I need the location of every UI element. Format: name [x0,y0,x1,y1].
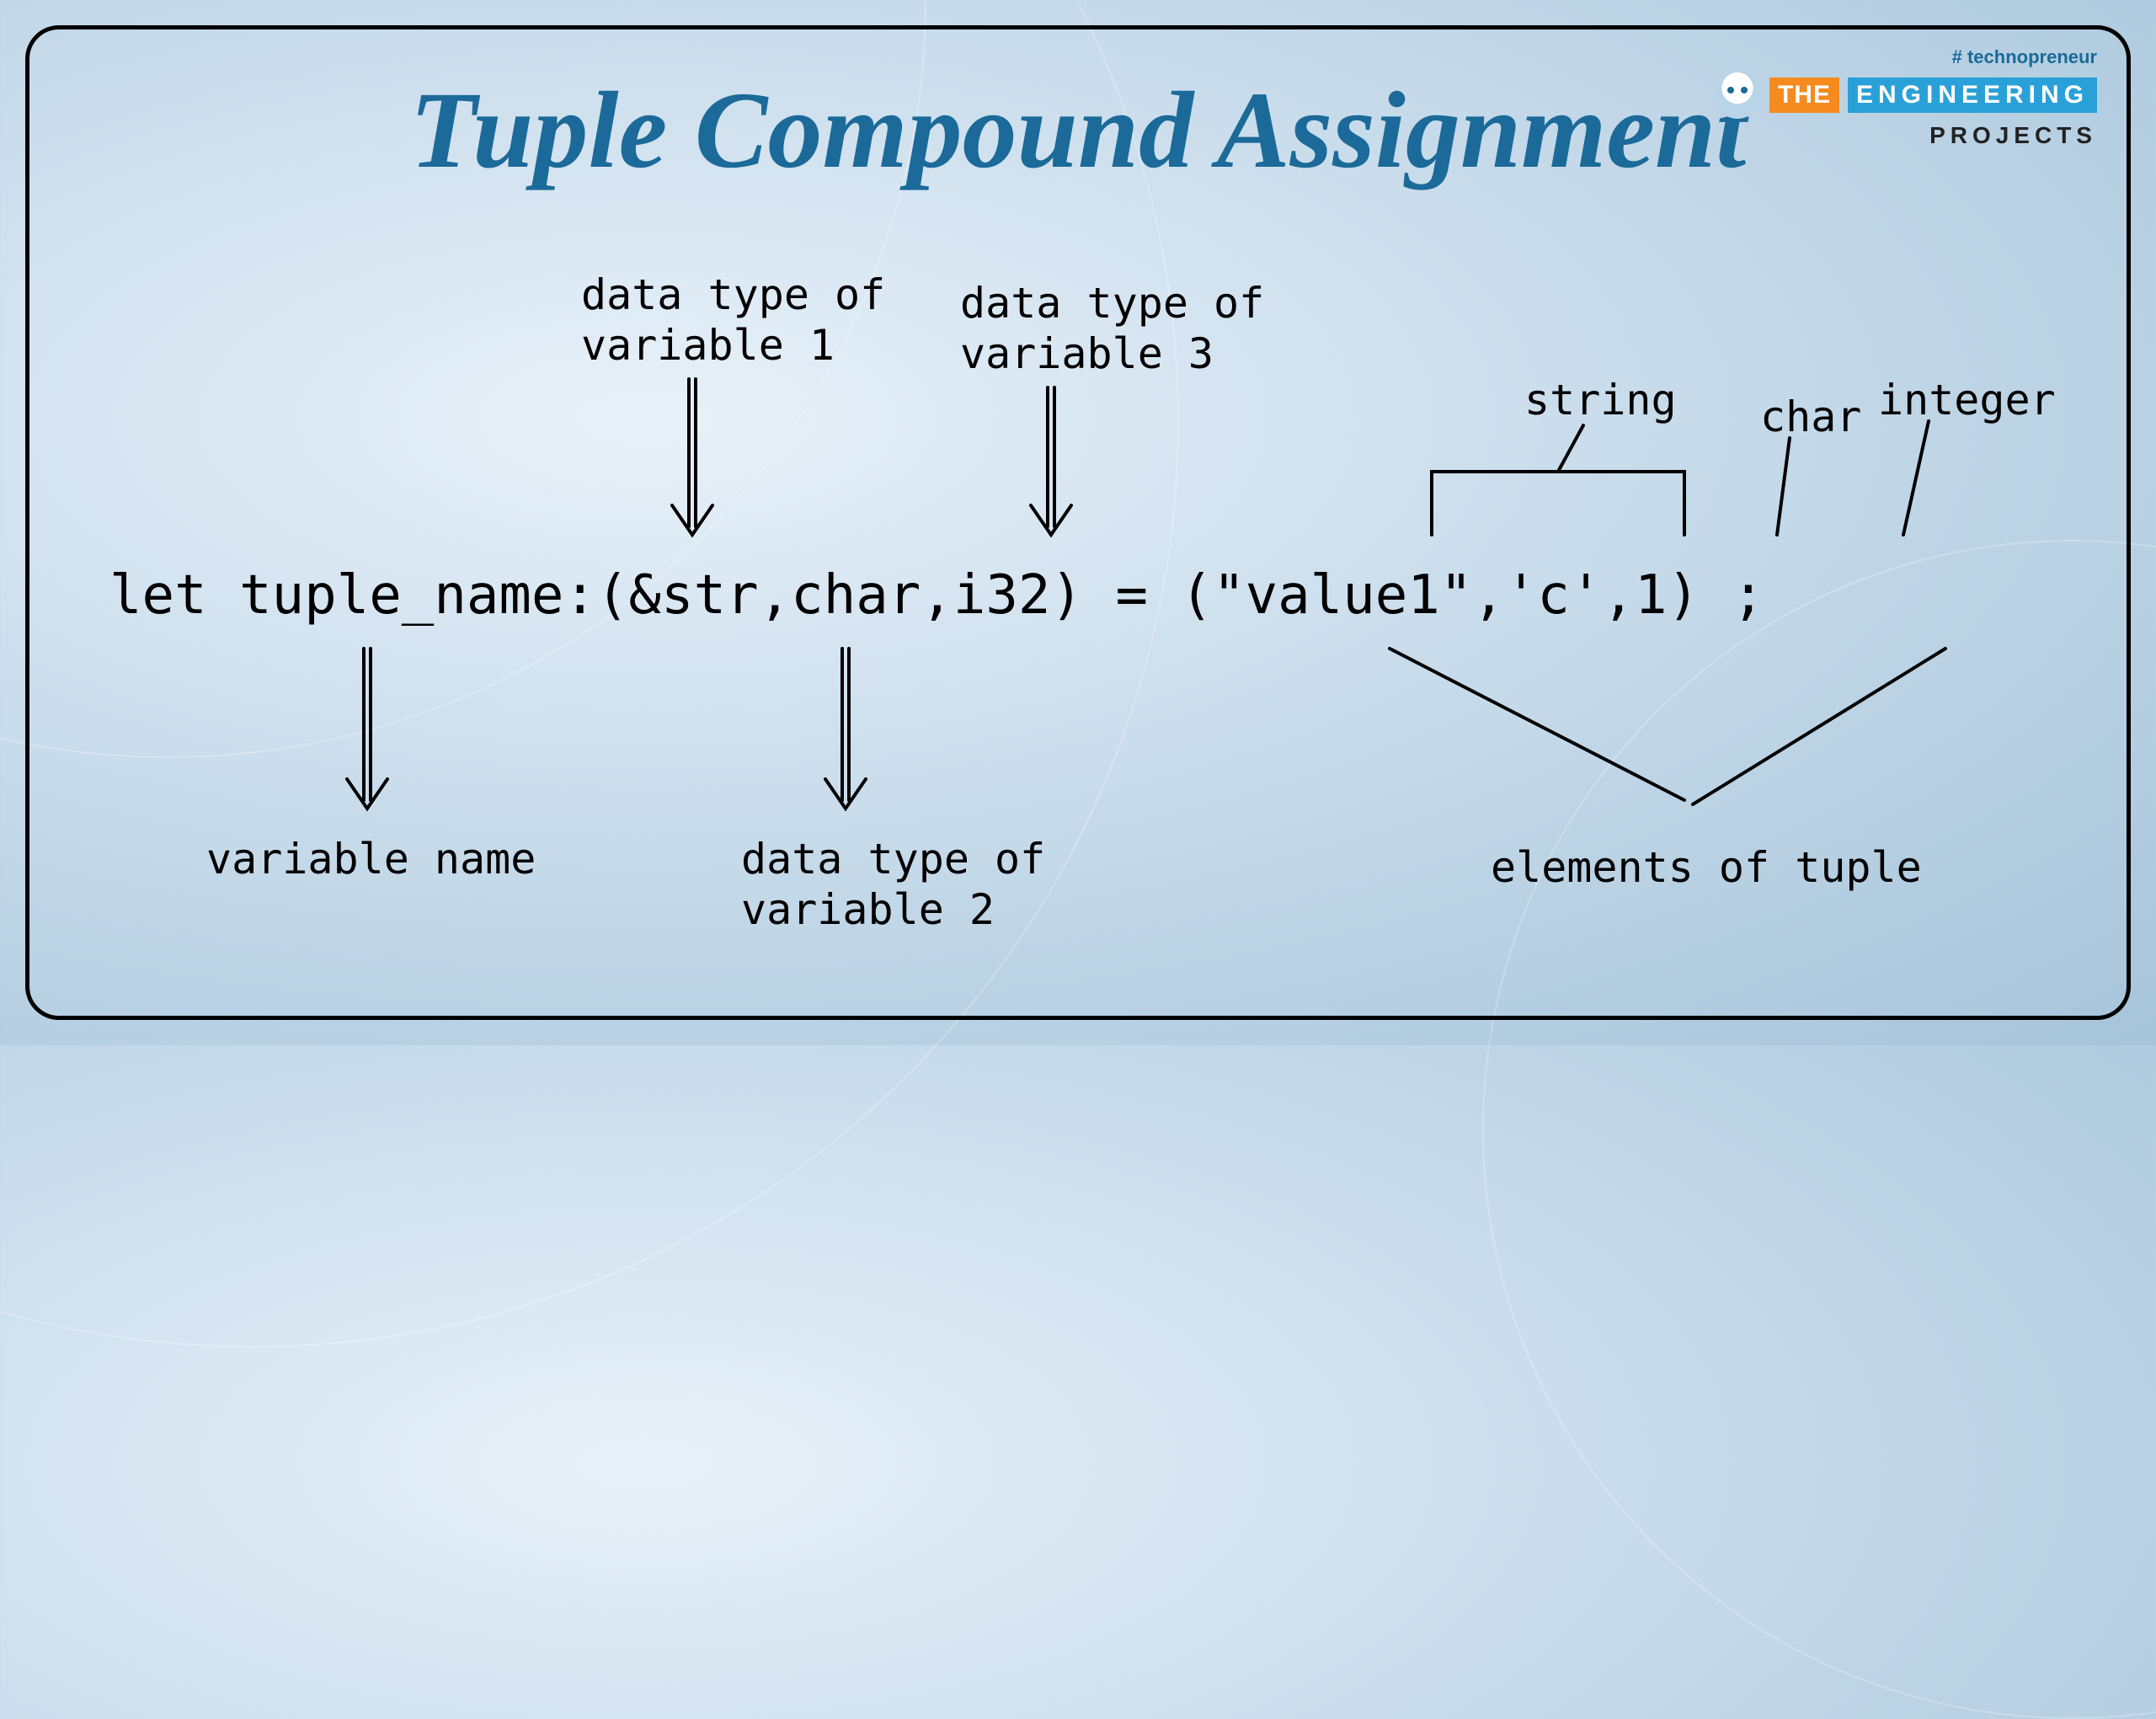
robot-icon [1714,72,1761,119]
logo-hashtag: # technopreneur [1714,46,2097,68]
annotation-text: data type of [741,835,1045,884]
annotation-text: data type of [581,270,885,319]
annotation-text: variable 1 [581,321,835,370]
annotation-string: string [1524,375,1677,425]
annotation-char: char [1760,392,1861,442]
annotation-integer: integer [1878,375,2056,425]
code-line: let tuple_name:(&str,char,i32) = ("value… [109,564,1764,627]
annotation-text: variable 3 [960,329,1214,378]
annotation-datatype-var2: data type of variable 2 [741,834,1045,935]
logo-projects: PROJECTS [1714,122,2097,149]
annotation-variable-name: variable name [206,834,536,884]
annotation-elements-of-tuple: elements of tuple [1491,842,1922,893]
brand-logo: # technopreneur THE ENGINEERING PROJECTS [1714,46,2097,149]
annotation-text: data type of [960,279,1264,328]
diagram-title: Tuple Compound Assignment [410,67,1747,194]
annotation-text: variable 2 [741,885,995,934]
logo-engineering: ENGINEERING [1848,77,2097,113]
logo-the: THE [1769,77,1839,113]
annotation-datatype-var3: data type of variable 3 [960,278,1264,379]
annotation-datatype-var1: data type of variable 1 [581,270,885,371]
